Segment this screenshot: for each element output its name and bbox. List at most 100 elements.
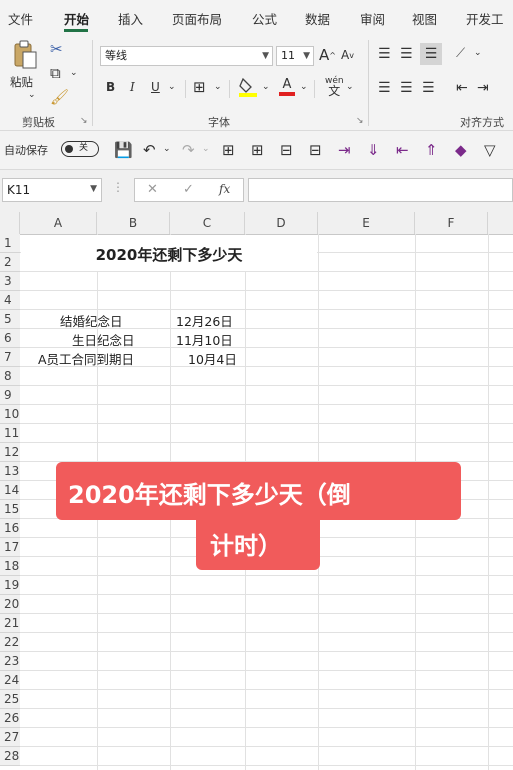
column-header-g[interactable]	[488, 212, 513, 234]
formula-input[interactable]	[248, 178, 513, 202]
entry-date-1[interactable]: 12月26日	[176, 311, 233, 330]
font-color-dropdown-icon[interactable]: ⌄	[300, 82, 308, 92]
insert-column-purple-icon[interactable]: ⇓	[367, 141, 380, 159]
name-box[interactable]: K11 ▼	[2, 178, 102, 202]
row-header-21[interactable]: 21	[0, 614, 20, 633]
row-header-18[interactable]: 18	[0, 557, 20, 576]
copy-dropdown-icon[interactable]: ⌄	[70, 68, 78, 78]
row-header-20[interactable]: 20	[0, 595, 20, 614]
select-all-corner[interactable]	[0, 212, 20, 234]
entry-date-3[interactable]: 10月4日	[188, 349, 237, 368]
row-header-8[interactable]: 8	[0, 367, 20, 386]
autosave-toggle[interactable]: 关	[61, 141, 99, 157]
row-header-4[interactable]: 4	[0, 291, 20, 310]
column-header-b[interactable]: B	[97, 212, 170, 234]
font-launcher-icon[interactable]: ↘	[356, 116, 364, 126]
row-header-9[interactable]: 9	[0, 386, 20, 405]
insert-cells-icon[interactable]: ⇥	[338, 141, 351, 159]
phonetic-dropdown-icon[interactable]: ⌄	[346, 82, 354, 92]
align-right-icon[interactable]: ☰	[422, 80, 435, 96]
row-header-7[interactable]: 7	[0, 348, 20, 367]
tab-insert[interactable]: 插入	[118, 9, 143, 28]
entry-label-1[interactable]: 结婚纪念日	[60, 311, 123, 330]
copy-icon[interactable]: ⧉	[50, 64, 61, 82]
align-middle-icon[interactable]: ☰	[400, 46, 413, 62]
underline-dropdown-icon[interactable]: ⌄	[168, 82, 176, 92]
row-header-19[interactable]: 19	[0, 576, 20, 595]
row-header-16[interactable]: 16	[0, 519, 20, 538]
column-header-a[interactable]: A	[20, 212, 97, 234]
fill-color-icon[interactable]	[238, 76, 258, 98]
orientation-icon[interactable]: ⟋	[456, 46, 465, 61]
increase-indent-icon[interactable]: ⇥	[477, 80, 489, 96]
entry-date-2[interactable]: 11月10日	[176, 330, 233, 349]
row-header-27[interactable]: 27	[0, 728, 20, 747]
column-header-f[interactable]: F	[415, 212, 488, 234]
row-header-6[interactable]: 6	[0, 329, 20, 348]
shrink-font-button[interactable]: Av	[341, 48, 354, 62]
tab-developer[interactable]: 开发工	[466, 9, 504, 28]
font-name-combo[interactable]: 等线 ▼	[100, 46, 273, 66]
align-bottom-icon[interactable]: ☰	[420, 43, 442, 65]
row-header-15[interactable]: 15	[0, 500, 20, 519]
cancel-icon[interactable]: ✕	[147, 182, 158, 197]
tab-page-layout[interactable]: 页面布局	[172, 9, 222, 28]
row-header-3[interactable]: 3	[0, 272, 20, 291]
save-icon[interactable]: 💾	[114, 141, 133, 159]
grow-font-button[interactable]: A ^	[319, 46, 336, 64]
enter-icon[interactable]: ✓	[183, 182, 194, 197]
drag-handle-icon[interactable]: ⋮	[112, 180, 124, 194]
row-header-22[interactable]: 22	[0, 633, 20, 652]
row-header-26[interactable]: 26	[0, 709, 20, 728]
cut-icon[interactable]: ✂	[50, 40, 63, 58]
bold-button[interactable]: B	[106, 80, 115, 94]
tab-file[interactable]: 文件	[8, 9, 33, 28]
phonetic-guide-button[interactable]: wén 文	[325, 76, 344, 97]
entry-label-2[interactable]: 生日纪念日	[72, 330, 135, 349]
row-header-13[interactable]: 13	[0, 462, 20, 481]
insert-row-icon[interactable]: ⊟	[280, 141, 293, 159]
align-top-icon[interactable]: ☰	[378, 46, 391, 62]
row-header-25[interactable]: 25	[0, 690, 20, 709]
tab-home[interactable]: 开始	[64, 9, 89, 28]
font-color-button[interactable]: A	[278, 76, 296, 98]
align-left-icon[interactable]: ☰	[378, 80, 391, 96]
clipboard-launcher-icon[interactable]: ↘	[80, 116, 88, 126]
paste-dropdown-icon[interactable]: ⌄	[28, 90, 36, 100]
row-header-28[interactable]: 28	[0, 747, 20, 766]
undo-icon[interactable]: ↶	[143, 141, 156, 159]
row-header-17[interactable]: 17	[0, 538, 20, 557]
column-header-c[interactable]: C	[170, 212, 245, 234]
align-center-icon[interactable]: ☰	[400, 80, 413, 96]
tab-data[interactable]: 数据	[305, 9, 330, 28]
font-size-combo[interactable]: 11 ▼	[276, 46, 314, 66]
entry-label-3[interactable]: A员工合同到期日	[38, 349, 134, 368]
format-painter-icon[interactable]: 🖌	[50, 88, 69, 106]
delete-column-icon[interactable]: ⇑	[425, 141, 438, 159]
paste-icon[interactable]	[10, 40, 40, 70]
row-header-12[interactable]: 12	[0, 443, 20, 462]
borders-icon[interactable]: ⊞	[193, 78, 206, 96]
tab-formulas[interactable]: 公式	[252, 9, 277, 28]
row-header-23[interactable]: 23	[0, 652, 20, 671]
row-header-11[interactable]: 11	[0, 424, 20, 443]
redo-icon[interactable]: ↷	[182, 141, 195, 159]
undo-dropdown-icon[interactable]: ⌄	[163, 144, 171, 154]
orientation-dropdown-icon[interactable]: ⌄	[474, 48, 482, 58]
clear-formats-icon[interactable]: ◆	[455, 141, 467, 159]
italic-button[interactable]: I	[130, 80, 135, 94]
row-header-10[interactable]: 10	[0, 405, 20, 424]
column-header-e[interactable]: E	[318, 212, 415, 234]
column-header-d[interactable]: D	[245, 212, 318, 234]
filter-icon[interactable]: ▽	[484, 141, 496, 159]
row-header-14[interactable]: 14	[0, 481, 20, 500]
redo-dropdown-icon[interactable]: ⌄	[202, 144, 210, 154]
inside-borders-icon[interactable]: ⊞	[251, 141, 264, 159]
row-header-5[interactable]: 5	[0, 310, 20, 329]
row-header-1[interactable]: 1	[0, 234, 20, 253]
decrease-indent-icon[interactable]: ⇤	[456, 80, 468, 96]
title-merged-cell[interactable]: 2020年还剩下多少天	[21, 235, 317, 271]
fill-color-dropdown-icon[interactable]: ⌄	[262, 82, 270, 92]
row-header-2[interactable]: 2	[0, 253, 20, 272]
insert-function-button[interactable]: fx	[219, 182, 230, 196]
